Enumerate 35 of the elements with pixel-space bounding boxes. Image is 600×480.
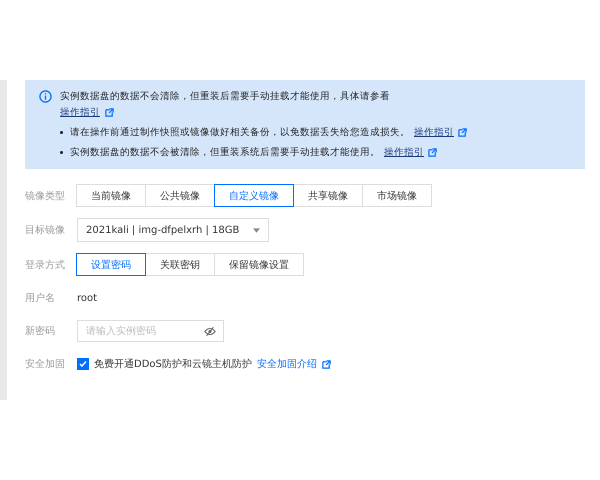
- external-link-icon: [428, 148, 437, 157]
- checkbox-label: 免费开通DDoS防护和云镜主机防护: [94, 358, 252, 371]
- notice-text: 请在操作前通过制作快照或镜像做好相关备份，以免数据丢失给您造成损失。: [70, 126, 410, 139]
- external-link-icon: [458, 128, 467, 137]
- guide-link[interactable]: 操作指引: [60, 106, 100, 119]
- image-type-tab[interactable]: 公共镜像: [145, 184, 215, 207]
- guide-link[interactable]: 操作指引: [414, 126, 454, 139]
- field-label: 用户名: [25, 292, 56, 305]
- guide-link[interactable]: 操作指引: [384, 146, 424, 159]
- field-label: 目标镜像: [25, 224, 66, 237]
- field-label: 安全加固: [25, 358, 66, 371]
- bullet-icon: [60, 131, 63, 134]
- bullet-icon: [60, 151, 63, 154]
- login-method-tab[interactable]: 关联密钥: [145, 253, 215, 276]
- external-link-icon: [322, 360, 331, 368]
- image-type-tab[interactable]: 当前镜像: [76, 184, 146, 207]
- image-type-tab[interactable]: 自定义镜像: [214, 184, 294, 207]
- security-intro-link[interactable]: 安全加固介绍: [256, 357, 317, 371]
- external-link-icon: [105, 108, 114, 117]
- info-icon: [39, 90, 52, 103]
- login-method-tab[interactable]: 设置密码: [76, 253, 146, 276]
- notice-text: 实例数据盘的数据不会被清除，但重装系统后需要手动挂载才能使用。: [70, 146, 380, 159]
- checkbox[interactable]: [77, 358, 89, 370]
- field-label: 登录方式: [25, 258, 66, 272]
- login-method-tab[interactable]: 保留镜像设置: [214, 253, 304, 276]
- password-field[interactable]: 请输入实例密码: [77, 320, 224, 342]
- field-label: 镜像类型: [25, 190, 66, 202]
- notice-text: 实例数据盘的数据不会清除，但重装后需要手动挂载才能使用，具体请参看: [60, 90, 390, 103]
- image-select[interactable]: 2021kali | img-dfpelxrh | 18GB: [77, 218, 270, 242]
- image-type-tab[interactable]: 共享镜像: [293, 184, 363, 207]
- hidden-eye-icon[interactable]: [204, 326, 216, 336]
- image-type-tab[interactable]: 市场镜像: [362, 184, 432, 207]
- caret-icon: [253, 228, 260, 232]
- username-value: root: [77, 292, 98, 304]
- field-label: 新密码: [25, 324, 56, 338]
